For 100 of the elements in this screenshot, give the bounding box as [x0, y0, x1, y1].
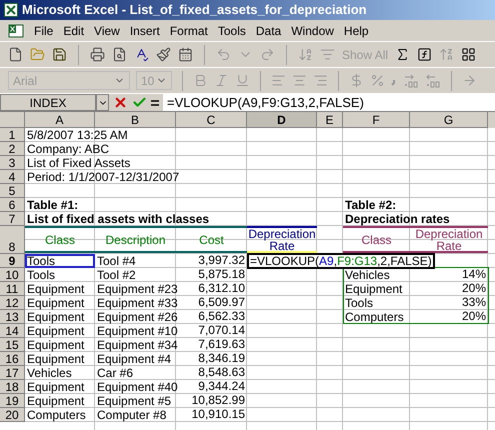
grid-icon[interactable] — [461, 47, 476, 62]
redo-icon[interactable] — [260, 47, 275, 62]
cell-text: 6,509.97 — [197, 295, 246, 309]
menu-item[interactable]: View — [94, 22, 120, 40]
row-header[interactable]: 20 — [0, 408, 25, 422]
column-heading: Class — [25, 226, 95, 253]
reference-range-border — [25, 254, 95, 268]
row-header[interactable]: 12 — [0, 296, 25, 310]
cancel-icon[interactable] — [113, 95, 128, 110]
row-header[interactable]: 5 — [0, 184, 25, 198]
row-header[interactable]: 9 — [0, 254, 25, 268]
menu-item[interactable]: Data — [256, 22, 282, 40]
row-header[interactable]: 17 — [0, 366, 25, 380]
cell-text: Equipment #26 — [96, 310, 179, 324]
cell-text: 7,070.14 — [197, 323, 246, 337]
align-left-icon[interactable] — [271, 73, 286, 88]
row-header[interactable]: 19 — [0, 394, 25, 408]
row-header[interactable]: 14 — [0, 324, 25, 338]
cell-text: 5/8/2007 13:25 AM — [26, 128, 129, 142]
decrease-decimal-icon[interactable] — [425, 74, 441, 88]
save-icon[interactable] — [52, 47, 67, 62]
row-header[interactable]: 8 — [0, 226, 25, 254]
name-box[interactable]: INDEX — [0, 94, 96, 111]
cell-text: List of Fixed Assets — [26, 156, 132, 170]
row-header[interactable]: 16 — [0, 352, 25, 366]
menu-item[interactable]: Window — [291, 22, 334, 40]
cell-text: Company: ABC — [26, 142, 110, 156]
open-folder-icon[interactable] — [30, 47, 45, 62]
row-header[interactable]: 7 — [0, 212, 25, 226]
cell-text: Car #6 — [96, 366, 134, 380]
menu-item[interactable]: Tools — [218, 22, 246, 40]
cell-text: Equipment — [26, 282, 86, 296]
cell-text: 8,346.19 — [197, 351, 246, 365]
table-title: List of fixed assets with classes — [26, 212, 210, 226]
new-file-icon[interactable] — [8, 47, 23, 62]
row-header[interactable]: 15 — [0, 338, 25, 352]
menu-item[interactable]: File — [34, 22, 54, 40]
printer-icon[interactable] — [90, 47, 105, 62]
table-title: Table #1: — [26, 198, 80, 212]
cell-text: Equipment #40 — [96, 380, 179, 394]
align-right-icon[interactable] — [313, 73, 328, 88]
row-header[interactable]: 3 — [0, 156, 25, 170]
row-header[interactable]: 10 — [0, 268, 25, 282]
cell-text: Computers — [26, 408, 87, 422]
row-header[interactable]: 18 — [0, 380, 25, 394]
cell-text: Period: 1/1/2007-12/31/2007 — [26, 170, 180, 184]
cell-text: Vehicles — [344, 268, 391, 282]
menu-item[interactable]: Help — [344, 22, 369, 40]
filter-icon[interactable] — [320, 47, 335, 62]
cell-text: Equipment — [26, 296, 86, 310]
cell-text: 9,344.24 — [197, 379, 246, 393]
row-header[interactable]: 4 — [0, 170, 25, 184]
brush-icon[interactable] — [156, 47, 171, 62]
indent-icon[interactable] — [462, 73, 477, 88]
cell-text: Equipment — [26, 338, 86, 352]
column-header[interactable]: D — [247, 112, 317, 128]
cell-text: Equipment — [26, 352, 86, 366]
cell-editor[interactable]: =VLOOKUP(A9,F9:G13,2,FALSE) — [247, 253, 435, 269]
cell-text: 7,619.63 — [197, 337, 246, 351]
row-header[interactable]: 13 — [0, 310, 25, 324]
menu-item[interactable]: Edit — [63, 22, 84, 40]
cell-text: 6,312.10 — [197, 281, 246, 295]
menu-item[interactable]: Insert — [130, 22, 160, 40]
cell-text: Equipment — [344, 282, 404, 296]
increase-decimal-icon[interactable] — [403, 74, 419, 88]
row-header[interactable]: 11 — [0, 282, 25, 296]
name-box-dropdown[interactable] — [96, 94, 109, 111]
spreadsheet-icon — [4, 3, 18, 17]
cell-text: Equipment — [26, 310, 86, 324]
undo-icon[interactable] — [216, 47, 231, 62]
cell-text: Equipment — [26, 380, 86, 394]
row-header[interactable]: 2 — [0, 142, 25, 156]
cell-text: Equipment #5 — [96, 394, 172, 408]
cell-text: 10,852.99 — [190, 393, 246, 407]
cell-text: 14% — [460, 267, 487, 281]
percent-icon[interactable] — [370, 73, 385, 88]
workbook-icon[interactable] — [8, 22, 24, 38]
cell-text: Equipment #4 — [96, 352, 172, 366]
italic-icon[interactable] — [214, 73, 229, 88]
underline-icon[interactable] — [235, 73, 250, 88]
equals-icon[interactable] — [151, 98, 159, 106]
cell-text: 6,562.33 — [197, 309, 246, 323]
cell-text: Equipment #33 — [96, 296, 179, 310]
row-header[interactable]: 6 — [0, 198, 25, 212]
cell-text: Equipment #10 — [96, 324, 179, 338]
sort-icon[interactable] — [298, 47, 313, 62]
table-title: Table #2: — [344, 198, 398, 212]
cell-text: 8,548.63 — [197, 365, 246, 379]
sort-descending-icon[interactable] — [439, 47, 454, 62]
cell-text: 20% — [460, 281, 487, 295]
function-icon[interactable] — [417, 47, 432, 62]
table-title: Depreciation rates — [344, 212, 451, 226]
calendar-icon[interactable] — [178, 47, 193, 62]
cell-text: Equipment — [26, 324, 86, 338]
cell-text: Computers — [344, 310, 405, 324]
print-preview-icon[interactable] — [112, 47, 127, 62]
align-center-icon[interactable] — [292, 73, 307, 88]
row-header[interactable]: 1 — [0, 128, 25, 142]
menu-item[interactable]: Format — [170, 22, 208, 40]
window-title: Microsoft Excel - List_of_fixed_assets_for_depreciation — [22, 1, 367, 20]
